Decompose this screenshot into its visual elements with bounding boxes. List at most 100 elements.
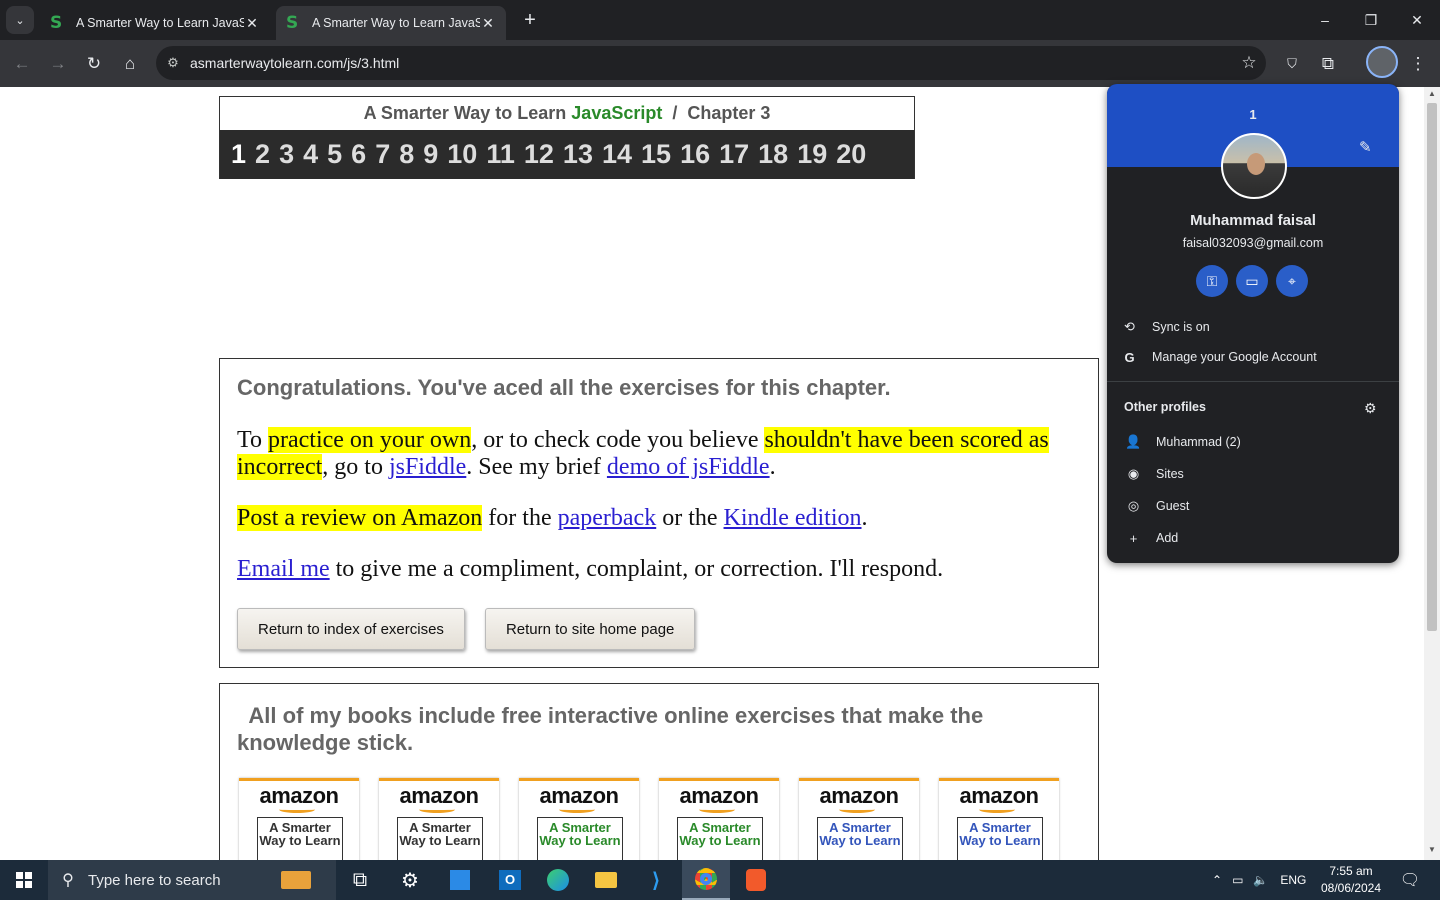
sync-row[interactable]: ⟲ Sync is on bbox=[1107, 312, 1399, 342]
chapter-link[interactable]: 13 bbox=[563, 139, 593, 170]
microsoft-store-icon[interactable] bbox=[436, 860, 484, 900]
chapter-link[interactable]: 1 bbox=[231, 139, 246, 170]
chapter-link[interactable]: 15 bbox=[641, 139, 671, 170]
edge-browser-icon[interactable] bbox=[534, 860, 582, 900]
email-me-link[interactable]: Email me bbox=[237, 556, 330, 582]
language-indicator[interactable]: ENG bbox=[1280, 873, 1306, 887]
chapter-link[interactable]: 8 bbox=[399, 139, 414, 170]
chapter-link[interactable]: 11 bbox=[486, 139, 515, 170]
manage-account-label: Manage your Google Account bbox=[1152, 350, 1317, 364]
text: for the bbox=[482, 505, 558, 531]
profile-item[interactable]: 👤 Muhammad (2) bbox=[1107, 427, 1399, 457]
scrollbar-thumb[interactable] bbox=[1427, 103, 1437, 631]
network-icon[interactable]: ▭ bbox=[1232, 873, 1243, 887]
chapter-link[interactable]: 6 bbox=[351, 139, 366, 170]
back-button[interactable]: ← bbox=[8, 50, 36, 78]
start-button[interactable] bbox=[0, 860, 48, 900]
chapter-link[interactable]: 20 bbox=[836, 139, 866, 170]
brave-browser-icon[interactable] bbox=[732, 860, 780, 900]
chapter-link[interactable]: 5 bbox=[327, 139, 342, 170]
task-view-icon[interactable]: ⧉ bbox=[336, 860, 384, 900]
title-prefix: A Smarter Way to Learn bbox=[363, 103, 572, 123]
chapter-link[interactable]: 19 bbox=[797, 139, 827, 170]
chapter-link[interactable]: 10 bbox=[447, 139, 477, 170]
address-bar[interactable]: ⚙ asmarterwaytolearn.com/js/3.html ☆ bbox=[156, 46, 1266, 80]
manage-account-row[interactable]: G Manage your Google Account bbox=[1107, 342, 1399, 372]
chapter-link[interactable]: 9 bbox=[423, 139, 438, 170]
book-card[interactable]: amazon A Smarter Way to Learn bbox=[939, 778, 1059, 860]
chapter-link[interactable]: 2 bbox=[255, 139, 270, 170]
profile-item[interactable]: ◎ Guest bbox=[1107, 491, 1399, 521]
text: or the bbox=[656, 505, 724, 531]
tab-search-button[interactable]: ⌄ bbox=[6, 6, 34, 34]
book-card[interactable]: amazon A Smarter Way to Learn bbox=[379, 778, 499, 860]
page-title: A Smarter Way to Learn JavaScript / Chap… bbox=[220, 97, 914, 130]
system-tray: ⌃ ▭ 🔈 ENG bbox=[1212, 860, 1306, 900]
maximize-button[interactable]: ❐ bbox=[1348, 0, 1394, 40]
notifications-icon[interactable]: 🗨 bbox=[1386, 860, 1434, 900]
volume-icon[interactable]: 🔈 bbox=[1253, 873, 1268, 887]
jsfiddle-demo-link[interactable]: demo of jsFiddle bbox=[607, 454, 770, 480]
site-info-icon[interactable]: ⚙ bbox=[156, 55, 190, 71]
chapter-link[interactable]: 4 bbox=[303, 139, 318, 170]
profile-avatar-button[interactable] bbox=[1366, 46, 1398, 78]
title-separator: / bbox=[672, 103, 678, 123]
return-to-index-button[interactable]: Return to index of exercises bbox=[237, 608, 465, 650]
show-hidden-icons-icon[interactable]: ⌃ bbox=[1212, 873, 1222, 887]
addresses-location-icon[interactable]: ⌖ bbox=[1276, 265, 1308, 297]
paperback-link[interactable]: paperback bbox=[558, 505, 657, 531]
book-card[interactable]: amazon A Smarter Way to Learn bbox=[659, 778, 779, 860]
home-button[interactable]: ⌂ bbox=[116, 50, 144, 78]
chrome-taskbar-icon[interactable] bbox=[682, 860, 730, 900]
return-to-home-button[interactable]: Return to site home page bbox=[484, 608, 696, 650]
book-card[interactable]: amazon A Smarter Way to Learn bbox=[799, 778, 919, 860]
clock[interactable]: 7:55 am 08/06/2024 bbox=[1312, 863, 1390, 897]
chapter-link[interactable]: 7 bbox=[375, 139, 390, 170]
vscode-icon[interactable]: ⟩ bbox=[632, 860, 680, 900]
book-card[interactable]: amazon A Smarter Way to Learn bbox=[239, 778, 359, 860]
forward-button[interactable]: → bbox=[44, 50, 72, 78]
chapter-link[interactable]: 3 bbox=[279, 139, 294, 170]
search-highlight-icon[interactable] bbox=[272, 860, 320, 900]
passwords-key-icon[interactable]: ⚿ bbox=[1196, 265, 1228, 297]
close-tab-icon[interactable]: ✕ bbox=[244, 15, 260, 32]
chapter-link[interactable]: 17 bbox=[719, 139, 749, 170]
profile-item-label: Sites bbox=[1156, 467, 1184, 481]
settings-gear-icon[interactable]: ⚙ bbox=[386, 860, 434, 900]
file-explorer-icon[interactable] bbox=[582, 860, 630, 900]
reload-button[interactable]: ↻ bbox=[80, 50, 108, 78]
chapter-link[interactable]: 16 bbox=[680, 139, 710, 170]
chrome-menu-icon[interactable]: ⋮ bbox=[1404, 50, 1432, 78]
profile-item-label: Guest bbox=[1156, 499, 1190, 513]
manage-profiles-gear-icon[interactable]: ⚙ bbox=[1364, 400, 1377, 417]
edit-pencil-icon[interactable]: ✎ bbox=[1359, 138, 1372, 156]
url-text[interactable]: asmarterwaytolearn.com/js/3.html bbox=[190, 55, 1232, 71]
tab-2[interactable]: S A Smarter Way to Learn JavaScript ✕ bbox=[276, 6, 506, 40]
new-tab-button[interactable]: + bbox=[518, 8, 542, 32]
close-window-button[interactable]: ✕ bbox=[1394, 0, 1440, 40]
amazon-smile-icon bbox=[979, 806, 1015, 813]
extensions-puzzle-icon[interactable]: ⧉ bbox=[1314, 50, 1342, 78]
page-scrollbar[interactable]: ▲ ▼ bbox=[1424, 87, 1440, 860]
profile-picture bbox=[1221, 133, 1287, 199]
close-tab-icon[interactable]: ✕ bbox=[480, 15, 496, 32]
add-profile-item[interactable]: + Add bbox=[1107, 523, 1399, 553]
jsfiddle-link[interactable]: jsFiddle bbox=[389, 454, 466, 480]
ublock-extension-icon[interactable]: ⛉ bbox=[1278, 50, 1306, 78]
plus-icon: + bbox=[1129, 530, 1138, 546]
tab-1[interactable]: S A Smarter Way to Learn JavaScript ✕ bbox=[40, 6, 270, 40]
outlook-icon[interactable]: O bbox=[486, 860, 534, 900]
scroll-up-icon[interactable]: ▲ bbox=[1424, 89, 1440, 98]
chevron-down-icon: ⌄ bbox=[15, 14, 25, 27]
profile-item[interactable]: ◉ Sites bbox=[1107, 459, 1399, 489]
kindle-edition-link[interactable]: Kindle edition bbox=[724, 505, 862, 531]
minimize-button[interactable]: – bbox=[1302, 0, 1348, 40]
scroll-down-icon[interactable]: ▼ bbox=[1424, 845, 1440, 854]
chapter-link[interactable]: 14 bbox=[602, 139, 632, 170]
bookmark-star-icon[interactable]: ☆ bbox=[1232, 53, 1266, 73]
books-heading-text: All of my books include free interactive… bbox=[237, 703, 984, 755]
chapter-link[interactable]: 18 bbox=[758, 139, 788, 170]
payment-card-icon[interactable]: ▭ bbox=[1236, 265, 1268, 297]
book-card[interactable]: amazon A Smarter Way to Learn bbox=[519, 778, 639, 860]
chapter-link[interactable]: 12 bbox=[524, 139, 554, 170]
